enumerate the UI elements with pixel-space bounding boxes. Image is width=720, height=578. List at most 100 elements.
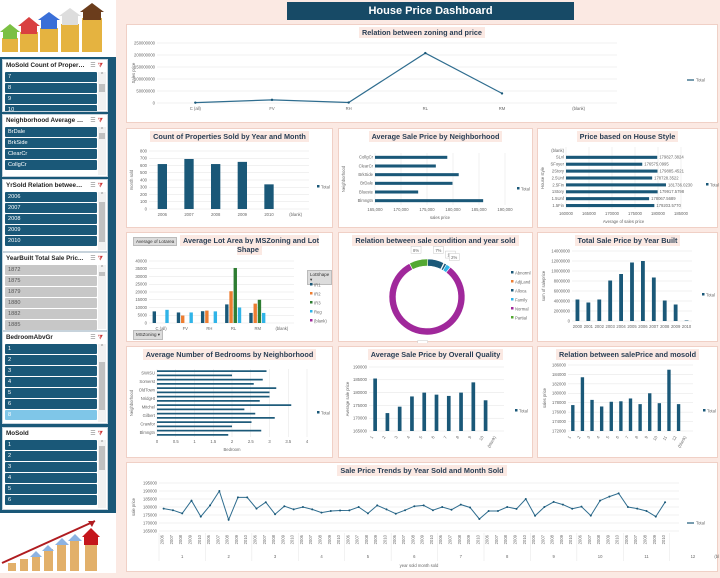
chart-bedrooms[interactable]: Average Number of Bedrooms by Neighborho… (126, 346, 333, 458)
slicer-item[interactable]: 10 (5, 105, 97, 111)
bar (628, 398, 633, 431)
scrollbar[interactable]: ^ (98, 344, 106, 422)
scrollbar[interactable]: ^ (98, 72, 106, 110)
slicer-item[interactable]: BrkSide (5, 138, 97, 148)
y-tick-label: 10000000 (551, 268, 570, 273)
bar-Reg (237, 307, 242, 323)
x-tick-label: 2009 (188, 534, 193, 544)
clear-filter-icon[interactable]: ⧩ (98, 63, 105, 69)
y-tick-label: 2000000 (554, 308, 571, 313)
x-tick-label: 2010 (429, 534, 434, 544)
data-point (320, 511, 323, 514)
slicer-mosold-count[interactable]: MoSold Count of Properti... ☰⧩ 7 8 9 10 ^ (2, 59, 108, 112)
scrollbar[interactable]: ^ (98, 127, 106, 175)
slicer-item[interactable]: ClearCr (5, 149, 97, 159)
slicer-item[interactable]: 1882 (5, 309, 97, 319)
clear-filter-icon[interactable]: ⧩ (98, 335, 105, 341)
multi-select-icon[interactable]: ☰ (90, 335, 97, 341)
chart-price-trend[interactable]: Sale Price Trends by Year Sold and Month… (126, 462, 719, 572)
slicer-bedroomabvgr[interactable]: BedroomAbvGr ☰⧩ 1 2 3 4 5 6 8 ^ (2, 331, 108, 424)
y-tick-label: 165000 (143, 528, 158, 533)
y-tick-label: SLvl (556, 155, 564, 160)
x-tick-label: 12 (671, 434, 678, 441)
slicer-item[interactable]: BrDale (5, 127, 97, 137)
bar (422, 392, 427, 431)
slicer-item[interactable]: 2008 (5, 214, 97, 224)
clear-filter-icon[interactable]: ⧩ (98, 256, 105, 262)
slicer-item[interactable]: CollgCr (5, 160, 97, 170)
slicer-item[interactable]: 9 (5, 94, 97, 104)
clear-filter-icon[interactable]: ⧩ (98, 118, 105, 124)
chart-neighborhood-price[interactable]: Average Sale Price by Neighborhood 165,0… (338, 128, 533, 228)
slicer-item[interactable]: 2 (5, 355, 97, 365)
x-tick-label: 175,000 (419, 207, 435, 212)
x-tick-label: 2009 (559, 534, 564, 544)
data-point (348, 509, 351, 512)
chart-lot-area[interactable]: Average Lot Area by MSZoning and Lot Sha… (126, 232, 333, 342)
data-point (209, 504, 212, 507)
clear-filter-icon[interactable]: ⧩ (98, 183, 105, 189)
multi-select-icon[interactable]: ☰ (90, 118, 97, 124)
slicer-item[interactable]: 2009 (5, 225, 97, 235)
slicer-yearbuilt[interactable]: YearBuilt Total Sale Pric... ☰⧩ 1872 1875… (2, 252, 108, 331)
chart-mosold-price[interactable]: Relation between salePrice and mosold 17… (537, 346, 718, 458)
slicer-item[interactable]: 4 (5, 377, 97, 387)
chart-year-built[interactable]: Total Sale Price by Year Built 0 2000000 4… (537, 232, 718, 342)
slicer-item[interactable]: 5 (5, 388, 97, 398)
slicer-item[interactable]: 7 (5, 72, 97, 82)
slicer-item[interactable]: 1 (5, 344, 97, 354)
scrollbar[interactable]: ^ (98, 265, 106, 329)
slicer-item[interactable]: 1880 (5, 298, 97, 308)
slicer-item[interactable]: 2007 (5, 203, 97, 213)
scrollbar[interactable]: ^ (98, 192, 106, 250)
slicer-mosold[interactable]: MoSold ☰⧩ 1 2 3 4 5 6 ^ (2, 427, 108, 510)
slicer-item[interactable]: 2010 (5, 236, 97, 246)
x-tick-label: 190,000 (497, 207, 513, 212)
scrollbar[interactable]: ^ (98, 440, 106, 508)
slicer-item[interactable]: 4 (5, 473, 97, 483)
multi-select-icon[interactable]: ☰ (90, 431, 97, 437)
bar (599, 406, 604, 431)
x-tick-label: 2009 (420, 534, 425, 544)
slicer-neighborhood[interactable]: Neighborhood Average S... ☰⧩ BrDale BrkSi… (2, 114, 108, 177)
multi-select-icon[interactable]: ☰ (90, 256, 97, 262)
multi-select-icon[interactable]: ☰ (90, 63, 97, 69)
bar-Reg (189, 312, 193, 323)
slicer-item[interactable]: 6 (5, 399, 97, 409)
slicer-item[interactable]: 3 (5, 366, 97, 376)
slicer-item[interactable]: 5 (5, 484, 97, 494)
x-tick-label: 2009 (327, 534, 332, 544)
clear-filter-icon[interactable]: ⧩ (98, 431, 105, 437)
slicer-item[interactable]: 2006 (5, 192, 97, 202)
slicer-item[interactable]: 1872 (5, 265, 97, 275)
chart-overall-quality[interactable]: Average Sale Price by Overall Quality 16… (338, 346, 533, 458)
chart-zoning-price[interactable]: Relation between zoning and price 0 50000… (126, 24, 718, 123)
chart-count-year[interactable]: Count of Properties Sold by Year and Mon… (126, 128, 333, 228)
bar-Reg (261, 312, 266, 323)
slicer-item[interactable]: 1 (5, 440, 97, 450)
chart-house-style[interactable]: Price based on House Style 160000 165000 1… (537, 128, 719, 228)
data-label: 179203.5770 (656, 203, 681, 208)
slicer-item[interactable]: 6 (5, 495, 97, 505)
x-tick-label: 1 (193, 439, 196, 444)
multi-select-icon[interactable]: ☰ (90, 183, 97, 189)
x-tick-label: 2003 (606, 324, 616, 329)
legend-label: Normal (515, 307, 529, 312)
slicer-item[interactable]: 3 (5, 462, 97, 472)
x-tick-label: RM (499, 106, 506, 111)
x-tick-label: RH (206, 326, 212, 331)
slicer-item[interactable]: 1875 (5, 276, 97, 286)
bar-IR2 (181, 315, 185, 323)
slicer-item[interactable]: 1879 (5, 287, 97, 297)
x-tick-label: 9 (643, 434, 649, 439)
slicer-item[interactable]: 1885 (5, 320, 97, 330)
slicer-item[interactable]: 2 (5, 451, 97, 461)
x-tick-label: 2007 (401, 534, 406, 544)
chart-sale-condition[interactable]: Relation between sale condition and year… (338, 232, 533, 343)
slicer-item[interactable]: 8 (5, 410, 97, 420)
x-tick-label: 4 (306, 439, 309, 444)
y-tick-label: 185000 (353, 377, 368, 382)
slicer-item[interactable]: 8 (5, 83, 97, 93)
slicer-yrsold[interactable]: YrSold Relation between ... ☰⧩ 2006 2007 … (2, 179, 108, 252)
group-label: 1 (181, 554, 184, 559)
